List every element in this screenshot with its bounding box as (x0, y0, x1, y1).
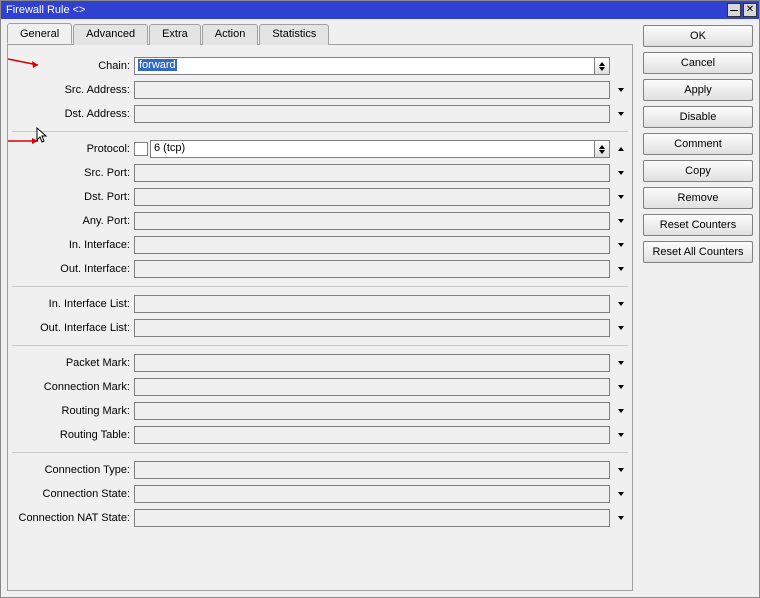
any-port-expand-button[interactable] (614, 214, 628, 228)
routing-mark-input[interactable] (134, 402, 610, 420)
packet-mark-expand-button[interactable] (614, 356, 628, 370)
comment-button[interactable]: Comment (643, 133, 753, 155)
connection-nat-state-expand-button[interactable] (614, 511, 628, 525)
protocol-invert-checkbox[interactable] (134, 142, 148, 156)
dst-address-input[interactable] (134, 105, 610, 123)
out-interface-list-expand-button[interactable] (614, 321, 628, 335)
in-interface-list-expand-button[interactable] (614, 297, 628, 311)
label-routing-table: Routing Table: (12, 429, 134, 441)
routing-mark-expand-button[interactable] (614, 404, 628, 418)
routing-table-expand-button[interactable] (614, 428, 628, 442)
dst-address-expand-button[interactable] (614, 107, 628, 121)
label-out-interface-list: Out. Interface List: (12, 322, 134, 334)
label-chain: Chain: (12, 60, 134, 72)
label-connection-mark: Connection Mark: (12, 381, 134, 393)
protocol-input[interactable]: 6 (tcp) (150, 140, 595, 158)
label-any-port: Any. Port: (12, 215, 134, 227)
reset-counters-button[interactable]: Reset Counters (643, 214, 753, 236)
disable-button[interactable]: Disable (643, 106, 753, 128)
any-port-input[interactable] (134, 212, 610, 230)
tab-general[interactable]: General (7, 23, 72, 44)
minimize-button[interactable] (727, 3, 741, 17)
close-button[interactable]: ✕ (743, 3, 757, 17)
tab-extra[interactable]: Extra (149, 24, 201, 45)
connection-state-expand-button[interactable] (614, 487, 628, 501)
label-src-address: Src. Address: (12, 84, 134, 96)
title-bar: Firewall Rule <> ✕ (1, 1, 759, 19)
label-dst-port: Dst. Port: (12, 191, 134, 203)
label-packet-mark: Packet Mark: (12, 357, 134, 369)
reset-all-counters-button[interactable]: Reset All Counters (643, 241, 753, 263)
side-panel: OK Cancel Apply Disable Comment Copy Rem… (639, 19, 759, 597)
chain-dropdown-button[interactable] (594, 57, 610, 75)
label-protocol: Protocol: (12, 143, 134, 155)
window-title: Firewall Rule <> (3, 4, 727, 16)
label-routing-mark: Routing Mark: (12, 405, 134, 417)
remove-button[interactable]: Remove (643, 187, 753, 209)
label-connection-state: Connection State: (12, 488, 134, 500)
packet-mark-input[interactable] (134, 354, 610, 372)
connection-type-expand-button[interactable] (614, 463, 628, 477)
label-in-interface: In. Interface: (12, 239, 134, 251)
tab-statistics[interactable]: Statistics (259, 24, 329, 45)
label-connection-type: Connection Type: (12, 464, 134, 476)
chain-input[interactable]: forward (134, 57, 595, 75)
connection-nat-state-input[interactable] (134, 509, 610, 527)
label-src-port: Src. Port: (12, 167, 134, 179)
apply-button[interactable]: Apply (643, 79, 753, 101)
dst-port-expand-button[interactable] (614, 190, 628, 204)
connection-type-input[interactable] (134, 461, 610, 479)
form-area: Chain: forward Src. Address: Dst. Addres… (7, 45, 633, 591)
ok-button[interactable]: OK (643, 25, 753, 47)
copy-button[interactable]: Copy (643, 160, 753, 182)
tab-action[interactable]: Action (202, 24, 259, 45)
in-interface-input[interactable] (134, 236, 610, 254)
label-out-interface: Out. Interface: (12, 263, 134, 275)
protocol-collapse-button[interactable] (614, 142, 628, 156)
cancel-button[interactable]: Cancel (643, 52, 753, 74)
src-port-expand-button[interactable] (614, 166, 628, 180)
dst-port-input[interactable] (134, 188, 610, 206)
protocol-dropdown-button[interactable] (594, 140, 610, 158)
routing-table-input[interactable] (134, 426, 610, 444)
out-interface-expand-button[interactable] (614, 262, 628, 276)
src-port-input[interactable] (134, 164, 610, 182)
src-address-expand-button[interactable] (614, 83, 628, 97)
label-connection-nat-state: Connection NAT State: (12, 512, 134, 524)
label-dst-address: Dst. Address: (12, 108, 134, 120)
in-interface-list-input[interactable] (134, 295, 610, 313)
out-interface-list-input[interactable] (134, 319, 610, 337)
connection-mark-expand-button[interactable] (614, 380, 628, 394)
label-in-interface-list: In. Interface List: (12, 298, 134, 310)
out-interface-input[interactable] (134, 260, 610, 278)
connection-mark-input[interactable] (134, 378, 610, 396)
in-interface-expand-button[interactable] (614, 238, 628, 252)
src-address-input[interactable] (134, 81, 610, 99)
connection-state-input[interactable] (134, 485, 610, 503)
tab-strip: General Advanced Extra Action Statistics (7, 23, 633, 45)
tab-advanced[interactable]: Advanced (73, 24, 148, 45)
